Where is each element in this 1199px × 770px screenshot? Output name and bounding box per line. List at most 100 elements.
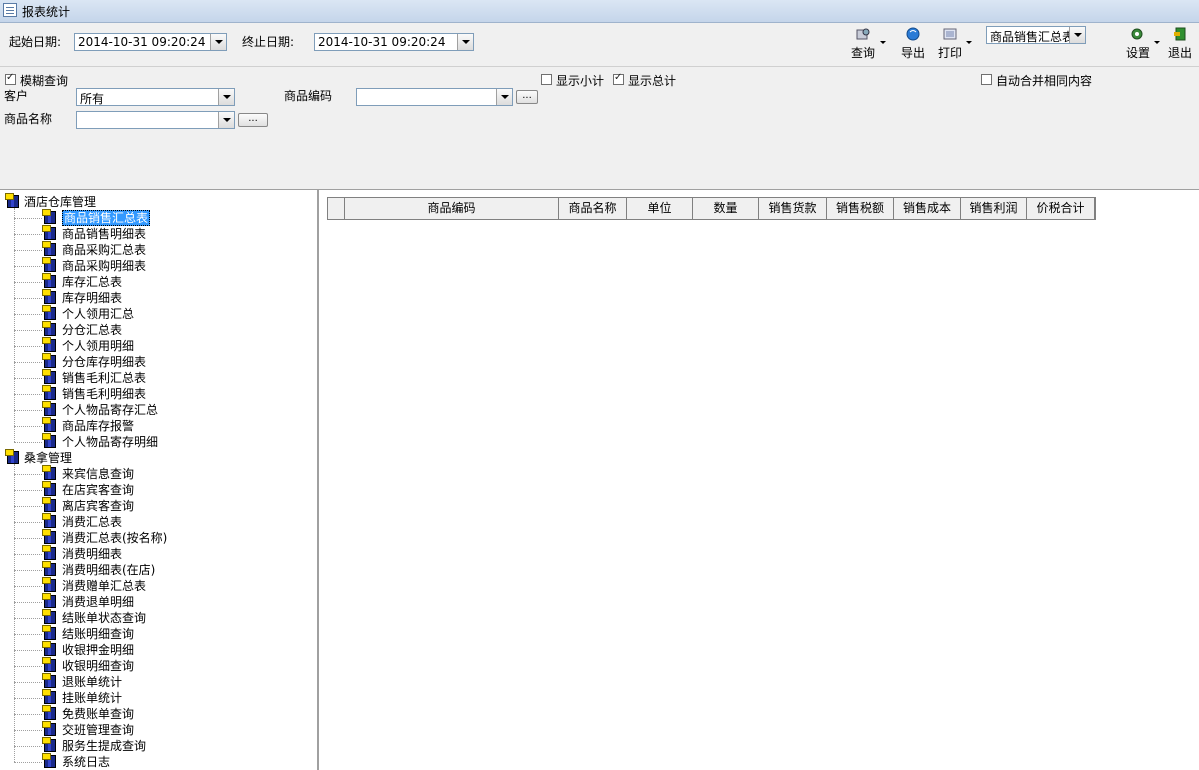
show-subtotal-checkbox[interactable] — [541, 74, 552, 85]
tree-item-label: 个人物品寄存汇总 — [62, 403, 159, 417]
tree-item-label: 消费汇总表 — [62, 515, 123, 529]
tree-item[interactable]: 分仓库存明细表 — [42, 353, 146, 370]
tree-item[interactable]: 商品库存报警 — [42, 417, 134, 434]
tree-item[interactable]: 收银押金明细 — [42, 641, 134, 658]
book-icon — [42, 513, 56, 528]
tree-item[interactable]: 免费账单查询 — [42, 705, 135, 722]
tree-item[interactable]: 系统日志 — [42, 753, 110, 770]
tree-item[interactable]: 分仓汇总表 — [42, 321, 122, 338]
tree-item[interactable]: 销售毛利明细表 — [42, 385, 146, 402]
tree-item[interactable]: 消费明细表 — [42, 545, 122, 562]
tree-connector — [14, 634, 42, 635]
grid-column-header[interactable]: 商品名称 — [559, 198, 627, 219]
query-dropdown-caret[interactable] — [880, 41, 886, 44]
tree-connector — [14, 394, 42, 395]
tree-item[interactable]: 库存明细表 — [42, 289, 122, 306]
tree-item[interactable]: 个人领用汇总 — [42, 305, 135, 322]
tree-connector — [14, 586, 42, 587]
tree-item[interactable]: 库存汇总表 — [42, 273, 122, 290]
grid-column-header[interactable]: 销售利润 — [961, 198, 1027, 219]
grid-column-header[interactable]: 商品编码 — [345, 198, 559, 219]
product-code-browse-button[interactable]: ... — [516, 90, 538, 104]
grid-column-header[interactable]: 数量 — [693, 198, 759, 219]
tree-connector — [14, 346, 42, 347]
tree-item[interactable]: 挂账单统计 — [42, 689, 122, 706]
auto-merge-checkbox[interactable] — [981, 74, 992, 85]
title-bar: 报表统计 — [0, 0, 1199, 23]
tree-group[interactable]: 酒店仓库管理 — [4, 193, 97, 210]
tree-item-label: 商品销售明细表 — [62, 227, 147, 241]
tree-item[interactable]: 结账单状态查询 — [42, 609, 146, 626]
product-name-browse-button[interactable]: ... — [238, 113, 268, 127]
tree-item-label: 免费账单查询 — [62, 707, 135, 721]
tree-item[interactable]: 来宾信息查询 — [42, 465, 134, 482]
exit-button[interactable]: 退出 — [1163, 27, 1197, 61]
print-dropdown-caret[interactable] — [966, 41, 972, 44]
end-date-picker[interactable]: 2014-10-31 09:20:24 — [314, 33, 474, 51]
tree-connector — [14, 554, 42, 555]
grid-column-header[interactable]: 销售税额 — [827, 198, 894, 219]
show-total-label: 显示总计 — [628, 74, 677, 88]
chevron-down-icon[interactable] — [457, 34, 473, 50]
tree-item[interactable]: 商品采购明细表 — [42, 257, 146, 274]
tree-item[interactable]: 服务生提成查询 — [42, 737, 146, 754]
book-icon — [42, 721, 56, 736]
print-icon — [943, 28, 957, 40]
tree-connector — [14, 714, 42, 715]
book-icon — [42, 289, 56, 304]
tree-item[interactable]: 商品销售汇总表 — [42, 209, 151, 226]
chevron-down-icon[interactable] — [210, 34, 226, 50]
tree-connector — [14, 426, 42, 427]
tree-item-label: 退账单统计 — [62, 675, 123, 689]
grid-column-header[interactable]: 销售货款 — [759, 198, 827, 219]
start-date-picker[interactable]: 2014-10-31 09:20:24 — [74, 33, 227, 51]
tree-item[interactable]: 交班管理查询 — [42, 721, 134, 738]
tree-connector — [14, 362, 42, 363]
tree-group-label: 酒店仓库管理 — [24, 195, 97, 209]
tree-connector — [14, 666, 42, 667]
print-button[interactable]: 打印 — [933, 27, 967, 61]
tree-item[interactable]: 退账单统计 — [42, 673, 123, 690]
tree-item-label: 商品采购汇总表 — [62, 243, 147, 257]
export-button[interactable]: 导出 — [896, 27, 930, 61]
chevron-down-icon[interactable] — [1069, 27, 1085, 43]
tree-item[interactable]: 离店宾客查询 — [42, 497, 134, 514]
tree-connector — [14, 208, 15, 442]
tree-item[interactable]: 个人物品寄存汇总 — [42, 401, 159, 418]
customer-select[interactable]: 所有 — [76, 88, 235, 106]
book-icon — [42, 337, 56, 352]
tree-connector — [14, 378, 42, 379]
tree-item[interactable]: 在店宾客查询 — [42, 481, 134, 498]
tree-item-label: 个人领用汇总 — [62, 307, 135, 321]
grid-column-header[interactable]: 价税合计 — [1027, 198, 1095, 219]
chevron-down-icon[interactable] — [218, 89, 234, 105]
tree-item[interactable]: 结账明细查询 — [42, 625, 134, 642]
tree-item[interactable]: 商品采购汇总表 — [42, 241, 147, 258]
grid-row-selector-header[interactable] — [328, 198, 345, 219]
settings-button[interactable]: 设置 — [1121, 27, 1155, 61]
show-total-checkbox[interactable] — [613, 72, 624, 85]
product-name-select[interactable] — [76, 111, 235, 129]
tree-item[interactable]: 消费赠单汇总表 — [42, 577, 146, 594]
product-code-select[interactable] — [356, 88, 513, 106]
query-button[interactable]: 查询 — [846, 27, 880, 61]
tree-item[interactable]: 个人领用明细 — [42, 337, 134, 354]
tree-item[interactable]: 消费汇总表 — [42, 513, 123, 530]
tree-item[interactable]: 个人物品寄存明细 — [42, 433, 158, 450]
tree-item[interactable]: 商品销售明细表 — [42, 225, 147, 242]
tree-connector — [14, 506, 42, 507]
tree-item[interactable]: 消费明细表(在店) — [42, 561, 155, 578]
chevron-down-icon[interactable] — [218, 112, 234, 128]
report-type-select[interactable]: 商品销售汇总表 — [986, 26, 1086, 44]
tree-item[interactable]: 消费汇总表(按名称) — [42, 529, 167, 546]
fuzzy-query-checkbox[interactable] — [5, 72, 16, 85]
book-icon — [42, 545, 56, 560]
settings-dropdown-caret[interactable] — [1154, 41, 1160, 44]
chevron-down-icon[interactable] — [496, 89, 512, 105]
tree-item[interactable]: 收银明细查询 — [42, 657, 134, 674]
tree-item[interactable]: 销售毛利汇总表 — [42, 369, 146, 386]
grid-column-header[interactable]: 单位 — [627, 198, 693, 219]
tree-item[interactable]: 消费退单明细 — [42, 593, 134, 610]
book-icon — [42, 225, 56, 240]
grid-column-header[interactable]: 销售成本 — [894, 198, 961, 219]
